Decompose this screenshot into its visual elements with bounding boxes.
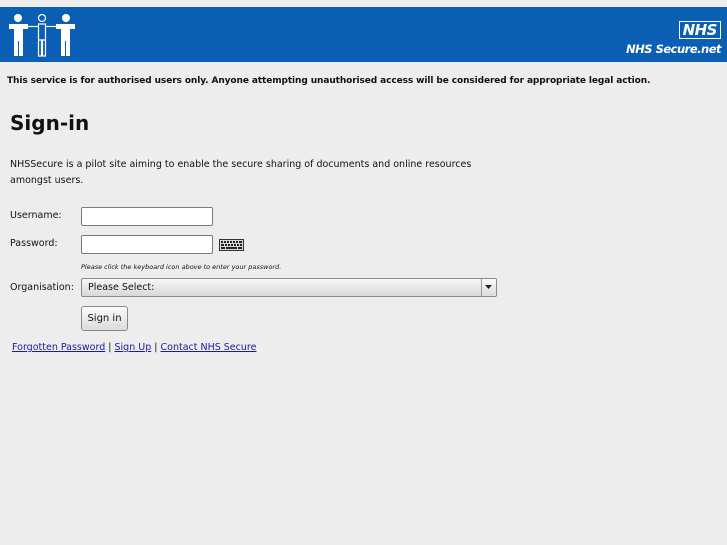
chevron-down-icon (485, 285, 492, 289)
link-separator: | (108, 342, 112, 353)
organisation-select[interactable]: Please Select: (81, 278, 497, 297)
username-input[interactable] (81, 207, 213, 226)
contact-link[interactable]: Contact NHS Secure (161, 342, 257, 353)
site-header: NHS NHS Secure.net (0, 7, 727, 62)
organisation-selected-value: Please Select: (88, 282, 155, 293)
nhs-badge: NHS (678, 21, 721, 39)
organisation-label: Organisation: (10, 282, 74, 293)
people-figures-logo-icon (9, 13, 75, 57)
site-name: NHS Secure.net (626, 42, 721, 56)
access-warning: This service is for authorised users onl… (7, 76, 651, 86)
password-hint: Please click the keyboard icon above to … (81, 263, 282, 271)
sign-up-link[interactable]: Sign Up (115, 342, 152, 353)
intro-text: NHSSecure is a pilot site aiming to enab… (10, 159, 472, 186)
footer-links: Forgotten Password | Sign Up | Contact N… (12, 342, 256, 353)
sign-in-button[interactable]: Sign in (81, 306, 128, 331)
forgotten-password-link[interactable]: Forgotten Password (12, 342, 105, 353)
virtual-keyboard-icon[interactable] (219, 239, 244, 251)
username-label: Username: (10, 210, 62, 221)
nhs-brand: NHS NHS Secure.net (626, 20, 721, 56)
page-title: Sign-in (10, 111, 90, 135)
dropdown-button[interactable] (481, 279, 496, 296)
password-input[interactable] (81, 235, 213, 254)
password-label: Password: (10, 238, 58, 249)
link-separator: | (154, 342, 158, 353)
